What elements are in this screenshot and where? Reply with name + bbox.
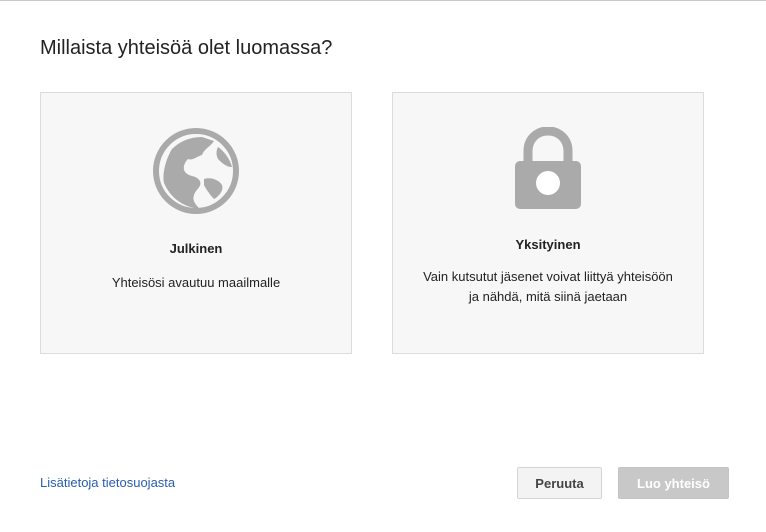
privacy-info-link[interactable]: Lisätietoja tietosuojasta: [40, 475, 175, 490]
public-option-label: Julkinen: [169, 241, 223, 256]
private-option-card[interactable]: Yksityinen Vain kutsutut jäsenet voivat …: [392, 92, 704, 354]
globe-icon: [41, 127, 351, 215]
lock-icon: [393, 127, 703, 211]
cancel-button[interactable]: Peruuta: [517, 467, 602, 499]
dialog-title: Millaista yhteisöä olet luomassa?: [40, 37, 333, 59]
public-option-card[interactable]: Julkinen Yhteisösi avautuu maailmalle: [40, 92, 352, 354]
create-community-button[interactable]: Luo yhteisö: [618, 467, 729, 499]
create-community-dialog: Millaista yhteisöä olet luomassa? Julkin…: [0, 0, 766, 532]
private-option-label: Yksityinen: [515, 237, 581, 252]
public-option-description: Yhteisösi avautuu maailmalle: [111, 275, 281, 290]
private-option-description: Vain kutsutut jäsenet voivat liittyä yht…: [423, 269, 673, 304]
